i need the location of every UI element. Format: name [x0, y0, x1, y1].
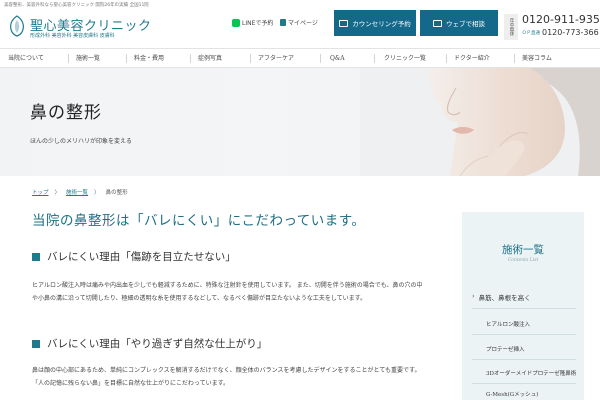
square-bullet-icon [32, 252, 40, 261]
site-header: 美容整形、美容外科なら聖心美容クリニック 開院26年の実績 全国11院 聖心美容… [0, 0, 600, 46]
reason-heading-1-text: バレにくい理由「傷跡を目立たせない」 [47, 251, 236, 263]
sidebar-subtitle: Contents List [507, 258, 539, 263]
breadcrumb: トップ 〉 施術一覧 〉 鼻の整形 [32, 188, 128, 196]
line-reserve-label: LINEで予約 [242, 20, 274, 27]
sidebar-item-hyaluronic[interactable]: ヒアルロン酸注入 [486, 320, 530, 328]
sidebar-treatment-list: 施術一覧 Contents List › 鼻筋、鼻根を高く ヒアルロン酸注入 プ… [462, 212, 584, 400]
reason-heading-2: バレにくい理由「やり過ぎず自然な仕上がり」 [32, 336, 267, 351]
reason-text-1: ヒアルロン酸注入時は痛みや内出血を少しでも軽減するために、特殊な注射針を使用して… [32, 282, 423, 302]
nav-item-prices[interactable]: 料金・費用 [134, 49, 164, 68]
header-tagline: 美容整形、美容外科なら聖心美容クリニック 開院26年の実績 全国11院 [4, 3, 149, 8]
nav-item-treatments[interactable]: 施術一覧 [76, 49, 100, 68]
sidebar-divider [472, 308, 576, 309]
nav-divider [320, 54, 321, 63]
global-nav: 当院について 施術一覧 料金・費用 症例写真 アフターケア Q&A クリニック一… [0, 48, 600, 68]
sidebar-item-3d-prosthesis[interactable]: 3Dオーダーメイドプロテーゼ隆鼻術 [486, 369, 576, 377]
hours-badge: 年中無休 [504, 14, 518, 40]
line-reserve-link[interactable]: LINEで予約 [232, 18, 273, 27]
nav-item-clinics[interactable]: クリニック一覧 [384, 49, 426, 68]
line-icon [232, 18, 240, 27]
hero-banner: 鼻の整形 ほんの少しのメリハリが印象を変える [0, 68, 600, 176]
phone-sub-tag: ＯＰ直通 [522, 30, 540, 36]
sidebar-item-gmesh[interactable]: G-Mesh(Gメッシュ) [486, 390, 538, 398]
section-heading: 当院の鼻整形は「バレにくい」にこだわっています。 [32, 213, 366, 229]
nav-item-faq[interactable]: Q&A [330, 49, 345, 68]
nav-item-about[interactable]: 当院について [8, 49, 44, 68]
breadcrumb-treatments[interactable]: 施術一覧 [66, 188, 88, 196]
mypage-link[interactable]: マイページ [280, 18, 318, 27]
nav-item-cases[interactable]: 症例写真 [198, 49, 222, 68]
phone-sub-row[interactable]: ＯＰ直通 0120-773-366 [522, 28, 599, 37]
square-bullet-icon [32, 339, 40, 348]
breadcrumb-separator: 〉 [94, 190, 100, 196]
mypage-label: マイページ [288, 20, 318, 27]
nav-divider [190, 54, 191, 63]
sidebar-category-nose-bridge[interactable]: › 鼻筋、鼻根を高く [472, 292, 531, 302]
sidebar-item-prosthesis[interactable]: プロテーゼ挿入 [486, 345, 525, 353]
reason-heading-2-text: バレにくい理由「やり過ぎず自然な仕上がり」 [47, 338, 268, 350]
monitor-icon [339, 19, 349, 27]
phone-sub: 0120-773-366 [542, 28, 599, 37]
hero-face-image [360, 68, 600, 176]
clinic-logo-icon[interactable] [6, 14, 28, 38]
sidebar-divider [472, 334, 576, 335]
web-consult-label: ウェブで相談 [446, 20, 485, 28]
breadcrumb-home[interactable]: トップ [32, 188, 49, 196]
breadcrumb-separator: 〉 [54, 190, 61, 196]
nav-item-doctors[interactable]: ドクター紹介 [454, 49, 490, 68]
chevron-right-icon: › [472, 292, 475, 300]
page-subtitle: ほんの少しのメリハリが印象を変える [30, 138, 132, 145]
web-consult-button[interactable]: ウェブで相談 [420, 10, 498, 36]
nav-divider [250, 54, 251, 63]
reason-text-2: 鼻は顔の中心部にあるため、単純にコンプレックスを解消するだけでなく、顔全体のバラ… [32, 367, 421, 387]
page-title: 鼻の整形 [30, 103, 102, 123]
nav-divider [68, 54, 69, 63]
counseling-reserve-label: カウンセリング予約 [352, 20, 411, 28]
sidebar-divider [472, 359, 576, 360]
reason-heading-1: バレにくい理由「傷跡を目立たせない」 [32, 249, 236, 264]
nav-divider [374, 54, 375, 63]
sidebar-title: 施術一覧 [502, 244, 544, 256]
monitor-icon [433, 19, 442, 27]
sidebar-divider [472, 383, 576, 384]
nav-item-aftercare[interactable]: アフターケア [258, 49, 294, 68]
nav-divider [126, 54, 127, 63]
nav-item-column[interactable]: 美容コラム [522, 49, 552, 68]
sidebar-category-label: 鼻筋、鼻根を高く [478, 294, 531, 302]
nav-divider [446, 54, 447, 63]
lock-icon [280, 19, 286, 26]
nav-divider [514, 54, 515, 63]
breadcrumb-current: 鼻の整形 [105, 190, 128, 196]
phone-main[interactable]: 0120-911-935 [522, 13, 600, 26]
logo-subtitle: 形成外科 美容外科 美容皮膚科 皮膚科 [30, 33, 115, 39]
counseling-reserve-button[interactable]: カウンセリング予約 [334, 10, 416, 36]
